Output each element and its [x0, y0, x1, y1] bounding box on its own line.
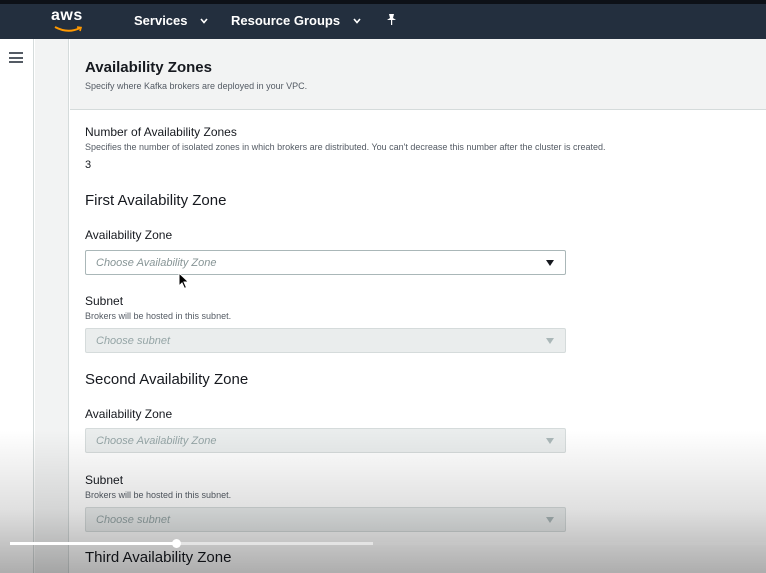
aws-smile-icon [54, 26, 83, 32]
chevron-down-icon [353, 18, 361, 24]
first-az-placeholder: Choose Availability Zone [96, 257, 217, 269]
first-subnet-help: Brokers will be hosted in this subnet. [85, 311, 232, 321]
resource-groups-label: Resource Groups [231, 13, 341, 28]
section-description: Specify where Kafka brokers are deployed… [85, 81, 308, 91]
caret-down-icon [546, 260, 554, 266]
window-top-edge [0, 0, 766, 4]
first-az-heading: First Availability Zone [85, 192, 227, 209]
services-label: Services [134, 13, 188, 28]
chevron-down-icon [200, 18, 208, 24]
first-subnet-label: Subnet [85, 294, 124, 308]
second-az-select[interactable]: Choose Availability Zone [85, 428, 566, 453]
secondary-rail [35, 39, 69, 573]
second-subnet-label: Subnet [85, 473, 124, 487]
section-title: Availability Zones [85, 59, 212, 76]
aws-logo[interactable]: aws [51, 7, 91, 35]
az-count-label: Number of Availability Zones [85, 125, 237, 139]
resource-groups-menu[interactable]: Resource Groups [231, 13, 361, 28]
aws-logo-text: aws [51, 7, 83, 24]
video-progress-bar[interactable] [10, 542, 766, 545]
first-subnet-select[interactable]: Choose subnet [85, 328, 566, 353]
third-az-heading: Third Availability Zone [85, 549, 232, 566]
video-played-bar [10, 542, 176, 545]
az-count-help: Specifies the number of isolated zones i… [85, 142, 606, 152]
caret-down-icon [546, 517, 554, 523]
second-subnet-help: Brokers will be hosted in this subnet. [85, 490, 232, 500]
second-az-placeholder: Choose Availability Zone [96, 435, 217, 447]
video-scrubber-handle[interactable] [172, 539, 181, 548]
mouse-cursor-icon [178, 272, 190, 290]
caret-down-icon [546, 438, 554, 444]
pin-icon[interactable] [386, 13, 397, 26]
first-subnet-placeholder: Choose subnet [96, 335, 170, 347]
services-menu[interactable]: Services [134, 13, 208, 28]
second-subnet-select[interactable]: Choose subnet [85, 507, 566, 532]
az-count-value: 3 [85, 159, 92, 171]
caret-down-icon [546, 338, 554, 344]
second-subnet-placeholder: Choose subnet [96, 514, 170, 526]
top-navigation-bar: aws Services Resource Groups [0, 0, 766, 39]
second-az-label: Availability Zone [85, 407, 173, 421]
second-az-heading: Second Availability Zone [85, 371, 249, 388]
first-az-select[interactable]: Choose Availability Zone [85, 250, 566, 275]
first-az-label: Availability Zone [85, 228, 173, 242]
side-navigation-rail [0, 39, 34, 573]
menu-icon[interactable] [9, 52, 23, 63]
